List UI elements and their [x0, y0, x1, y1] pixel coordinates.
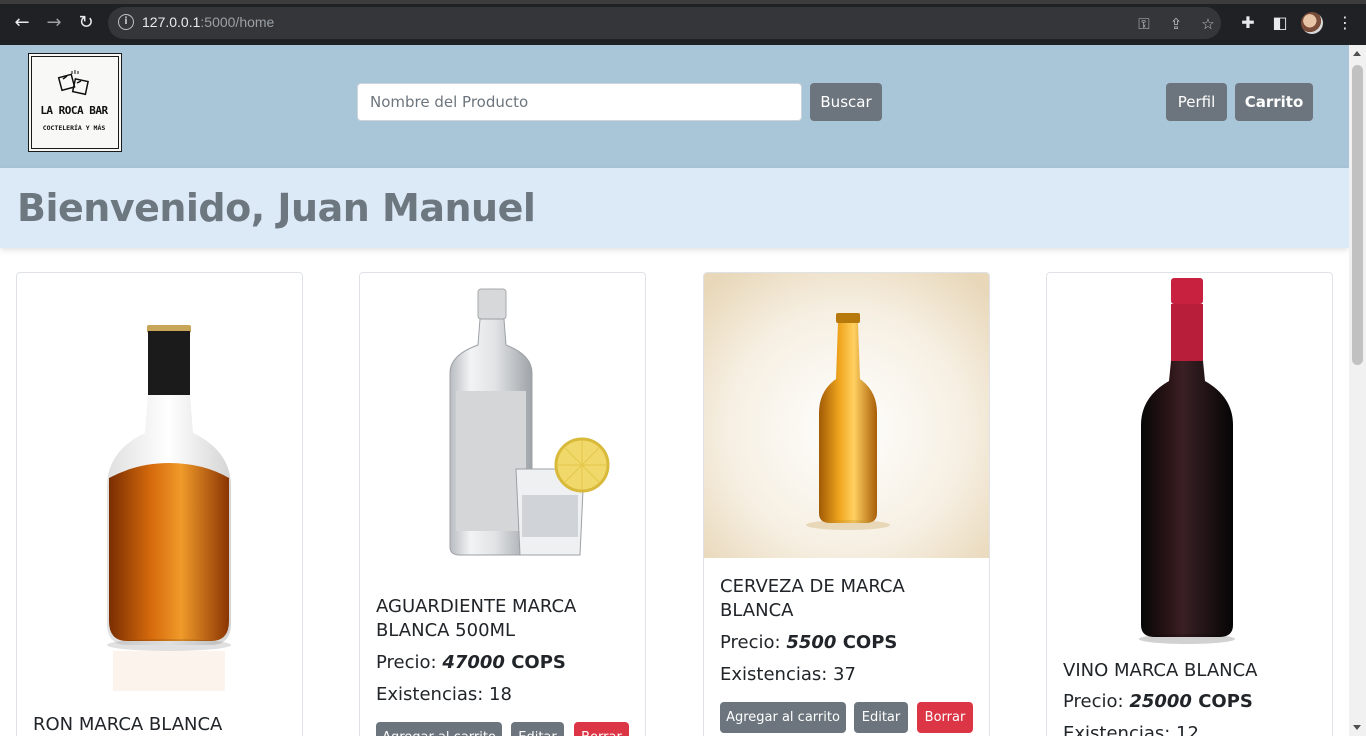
aguardiente-bottle-image [449, 288, 610, 556]
search-input[interactable] [357, 83, 802, 121]
key-icon[interactable]: ⚿ [1135, 15, 1153, 33]
logo[interactable]: LA ROCA BAR COCTELERÍA Y MÁS [28, 53, 122, 152]
stock-value: 12 [1176, 723, 1199, 736]
logo-brand: LA ROCA BAR [40, 104, 108, 117]
page-title: Bienvenido, Juan Manuel [17, 186, 536, 230]
product-name: VINO MARCA BLANCA [1063, 660, 1258, 681]
product-card: VINO MARCA BLANCA Precio: 25000 COPS Exi… [1046, 272, 1333, 736]
stock-value: 18 [489, 684, 512, 705]
url-text[interactable]: 127.0.0.1:5000/home [142, 14, 274, 30]
page-scrollbar[interactable] [1349, 45, 1366, 736]
extensions-icon[interactable]: ✚ [1237, 12, 1259, 34]
share-icon[interactable]: ⇪ [1167, 15, 1185, 33]
price-label: Precio: [720, 632, 787, 653]
cart-button[interactable]: Carrito [1235, 83, 1313, 121]
tab-strip [0, 0, 1366, 4]
product-stock: Existencias: 12 [1063, 723, 1199, 736]
reload-icon[interactable]: ↻ [75, 12, 97, 34]
product-card: RON MARCA BLANCA [16, 272, 303, 736]
site-info-icon[interactable]: i [118, 14, 134, 30]
price-value: 5500 [786, 632, 837, 653]
price-currency: COPS [504, 652, 566, 673]
delete-button[interactable]: Borrar [574, 722, 629, 736]
product-name: RON MARCA BLANCA [33, 714, 223, 735]
product-price: Precio: 47000 COPS [376, 652, 566, 673]
profile-button[interactable]: Perfil [1166, 83, 1227, 121]
stock-value: 37 [833, 664, 856, 685]
rum-bottle-image [107, 325, 231, 691]
logo-tagline: COCTELERÍA Y MÁS [42, 124, 106, 132]
welcome-banner: Bienvenido, Juan Manuel [0, 168, 1349, 248]
price-value: 47000 [442, 652, 505, 673]
product-price: Precio: 5500 COPS [720, 632, 897, 653]
search-button[interactable]: Buscar [810, 83, 882, 121]
avatar[interactable] [1301, 12, 1323, 34]
product-stock: Existencias: 37 [720, 664, 856, 685]
stock-label: Existencias: [376, 684, 490, 705]
scroll-down-icon[interactable] [1353, 725, 1361, 730]
delete-button[interactable]: Borrar [917, 702, 973, 733]
add-to-cart-button[interactable]: Agregar al carrito [720, 702, 846, 733]
price-label: Precio: [376, 652, 443, 673]
edit-button[interactable]: Editar [854, 702, 908, 733]
url-path: :5000/home [200, 14, 275, 30]
beer-bottle-image [704, 273, 989, 558]
product-name: AGUARDIENTE MARCA BLANCA 500ML [376, 596, 577, 641]
back-icon[interactable]: ← [11, 12, 33, 34]
star-icon[interactable]: ☆ [1199, 15, 1217, 33]
price-currency: COPS [836, 632, 898, 653]
page-content: LA ROCA BAR COCTELERÍA Y MÁS Buscar Perf… [0, 45, 1349, 736]
product-card: CERVEZA DE MARCA BLANCA Precio: 5500 COP… [703, 272, 990, 736]
price-label: Precio: [1063, 691, 1130, 712]
scroll-up-icon[interactable] [1353, 51, 1361, 56]
ice-cubes-icon [57, 70, 89, 96]
product-price: Precio: 25000 COPS [1063, 691, 1253, 712]
url-host: 127.0.0.1 [142, 14, 201, 30]
stock-label: Existencias: [720, 664, 834, 685]
product-name: CERVEZA DE MARCA BLANCA [720, 576, 905, 621]
stock-label: Existencias: [1063, 723, 1177, 736]
edit-button[interactable]: Editar [511, 722, 564, 736]
site-header: LA ROCA BAR COCTELERÍA Y MÁS Buscar Perf… [0, 45, 1349, 168]
wine-bottle-image [1139, 278, 1235, 644]
product-card: AGUARDIENTE MARCA BLANCA 500ML Precio: 4… [359, 272, 646, 736]
scrollbar-thumb[interactable] [1352, 65, 1363, 365]
add-to-cart-button[interactable]: Agregar al carrito [376, 722, 502, 736]
menu-icon[interactable]: ⋮ [1334, 12, 1356, 34]
side-panel-icon[interactable]: ◧ [1269, 12, 1291, 34]
forward-icon[interactable]: → [43, 12, 65, 34]
price-currency: COPS [1191, 691, 1253, 712]
address-bar[interactable]: i 127.0.0.1:5000/home ⚿ ⇪ ☆ [108, 7, 1221, 39]
price-value: 25000 [1129, 691, 1192, 712]
browser-toolbar: ← → ↻ i 127.0.0.1:5000/home ⚿ ⇪ ☆ ✚ ◧ ⋮ [0, 0, 1366, 45]
product-stock: Existencias: 18 [376, 684, 512, 705]
